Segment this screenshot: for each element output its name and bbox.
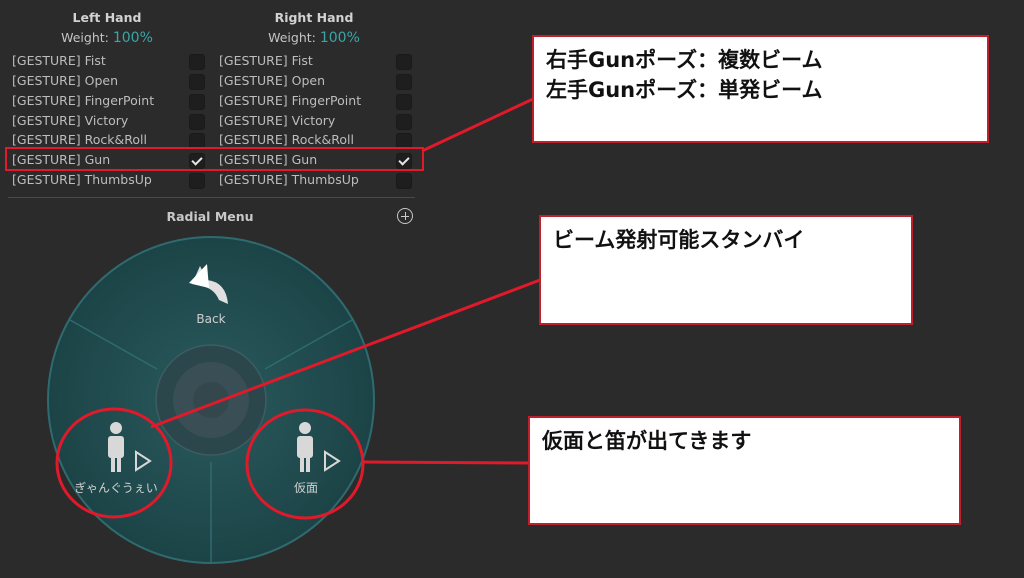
callout-beam-standby-text: ビーム発射可能スタンバイ [553, 228, 805, 252]
radial-center-dot [193, 382, 229, 418]
callout-gun-pose-line1: 右手Gunポーズ：複数ビーム [546, 48, 823, 72]
callout-mask-flute-text: 仮面と笛が出てきます [542, 429, 752, 453]
callout-gun-pose: 右手Gunポーズ：複数ビーム 左手Gunポーズ：単発ビーム [532, 35, 989, 143]
callout-beam-standby: ビーム発射可能スタンバイ [539, 215, 913, 325]
callout-gun-pose-line2: 左手Gunポーズ：単発ビーム [546, 78, 823, 102]
back-label[interactable]: Back [151, 312, 271, 326]
menu-item-gangway-label[interactable]: ぎゃんぐうぇい [56, 479, 176, 496]
callout-mask-flute: 仮面と笛が出てきます [528, 416, 961, 525]
menu-item-mask-label[interactable]: 仮面 [246, 479, 366, 496]
gun-row-highlight [5, 147, 424, 171]
